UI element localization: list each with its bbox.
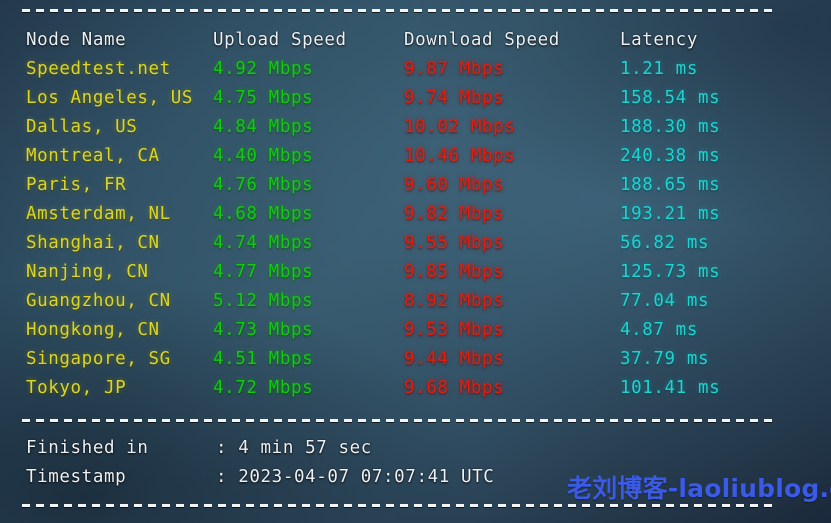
- table-row: Montreal, CA 4.40 Mbps 10.46 Mbps 240.38…: [0, 142, 831, 171]
- column-header-download-speed: Download Speed: [404, 30, 560, 50]
- table-row: Singapore, SG 4.51 Mbps 9.44 Mbps 37.79 …: [0, 345, 831, 374]
- speedtest-results-output: Node Name Upload Speed Download Speed La…: [0, 0, 831, 523]
- cell-latency: 240.38 ms: [620, 146, 721, 166]
- terminal-screen: Node Name Upload Speed Download Speed La…: [0, 0, 831, 523]
- cell-upload-speed: 4.77 Mbps: [213, 262, 314, 282]
- timestamp-value: : 2023-04-07 07:07:41 UTC: [216, 467, 495, 487]
- separator-top: [22, 9, 776, 12]
- cell-node-name: Nanjing, CN: [26, 262, 149, 282]
- cell-latency: 101.41 ms: [620, 378, 721, 398]
- cell-latency: 77.04 ms: [620, 291, 710, 311]
- cell-latency: 56.82 ms: [620, 233, 710, 253]
- table-row: Tokyo, JP 4.72 Mbps 9.68 Mbps 101.41 ms: [0, 374, 831, 403]
- cell-upload-speed: 4.72 Mbps: [213, 378, 314, 398]
- cell-download-speed: 9.87 Mbps: [404, 59, 505, 79]
- cell-latency: 158.54 ms: [620, 88, 721, 108]
- finished-in-label: Finished in: [26, 438, 149, 458]
- cell-node-name: Speedtest.net: [26, 59, 171, 79]
- cell-latency: 1.21 ms: [620, 59, 698, 79]
- cell-latency: 125.73 ms: [620, 262, 721, 282]
- cell-upload-speed: 4.51 Mbps: [213, 349, 314, 369]
- cell-upload-speed: 4.68 Mbps: [213, 204, 314, 224]
- cell-upload-speed: 4.74 Mbps: [213, 233, 314, 253]
- cell-upload-speed: 4.40 Mbps: [213, 146, 314, 166]
- table-row: Speedtest.net 4.92 Mbps 9.87 Mbps 1.21 m…: [0, 55, 831, 84]
- cell-node-name: Montreal, CA: [26, 146, 160, 166]
- cell-upload-speed: 4.92 Mbps: [213, 59, 314, 79]
- cell-node-name: Dallas, US: [26, 117, 138, 137]
- cell-download-speed: 9.53 Mbps: [404, 320, 505, 340]
- watermark: 老刘博客-laoliublog.cn: [567, 474, 831, 503]
- table-header-row: Node Name Upload Speed Download Speed La…: [0, 26, 831, 55]
- cell-latency: 193.21 ms: [620, 204, 721, 224]
- cell-node-name: Guangzhou, CN: [26, 291, 171, 311]
- table-row: Hongkong, CN 4.73 Mbps 9.53 Mbps 4.87 ms: [0, 316, 831, 345]
- cell-node-name: Singapore, SG: [26, 349, 171, 369]
- cell-download-speed: 9.82 Mbps: [404, 204, 505, 224]
- column-header-latency: Latency: [620, 30, 698, 50]
- cell-upload-speed: 4.75 Mbps: [213, 88, 314, 108]
- table-row: Los Angeles, US 4.75 Mbps 9.74 Mbps 158.…: [0, 84, 831, 113]
- column-header-node-name: Node Name: [26, 30, 127, 50]
- cell-node-name: Hongkong, CN: [26, 320, 160, 340]
- cell-download-speed: 10.46 Mbps: [404, 146, 516, 166]
- cell-node-name: Shanghai, CN: [26, 233, 160, 253]
- cell-download-speed: 9.74 Mbps: [404, 88, 505, 108]
- cell-latency: 188.30 ms: [620, 117, 721, 137]
- table-row: Dallas, US 4.84 Mbps 10.02 Mbps 188.30 m…: [0, 113, 831, 142]
- cell-download-speed: 8.92 Mbps: [404, 291, 505, 311]
- column-header-upload-speed: Upload Speed: [213, 30, 347, 50]
- cell-download-speed: 9.55 Mbps: [404, 233, 505, 253]
- cell-download-speed: 9.68 Mbps: [404, 378, 505, 398]
- cell-download-speed: 10.02 Mbps: [404, 117, 516, 137]
- cell-upload-speed: 5.12 Mbps: [213, 291, 314, 311]
- finished-in-value: : 4 min 57 sec: [216, 438, 372, 458]
- table-row: Guangzhou, CN 5.12 Mbps 8.92 Mbps 77.04 …: [0, 287, 831, 316]
- cell-download-speed: 9.44 Mbps: [404, 349, 505, 369]
- cell-latency: 4.87 ms: [620, 320, 698, 340]
- cell-node-name: Paris, FR: [26, 175, 127, 195]
- separator-middle: [22, 419, 776, 422]
- cell-upload-speed: 4.84 Mbps: [213, 117, 314, 137]
- table-row: Amsterdam, NL 4.68 Mbps 9.82 Mbps 193.21…: [0, 200, 831, 229]
- table-row: Shanghai, CN 4.74 Mbps 9.55 Mbps 56.82 m…: [0, 229, 831, 258]
- table-row: Paris, FR 4.76 Mbps 9.60 Mbps 188.65 ms: [0, 171, 831, 200]
- cell-node-name: Los Angeles, US: [26, 88, 194, 108]
- cell-upload-speed: 4.76 Mbps: [213, 175, 314, 195]
- table-row: Nanjing, CN 4.77 Mbps 9.85 Mbps 125.73 m…: [0, 258, 831, 287]
- cell-upload-speed: 4.73 Mbps: [213, 320, 314, 340]
- cell-node-name: Tokyo, JP: [26, 378, 127, 398]
- timestamp-label: Timestamp: [26, 467, 127, 487]
- cell-latency: 188.65 ms: [620, 175, 721, 195]
- cell-download-speed: 9.60 Mbps: [404, 175, 505, 195]
- cell-download-speed: 9.85 Mbps: [404, 262, 505, 282]
- cell-node-name: Amsterdam, NL: [26, 204, 171, 224]
- cell-latency: 37.79 ms: [620, 349, 710, 369]
